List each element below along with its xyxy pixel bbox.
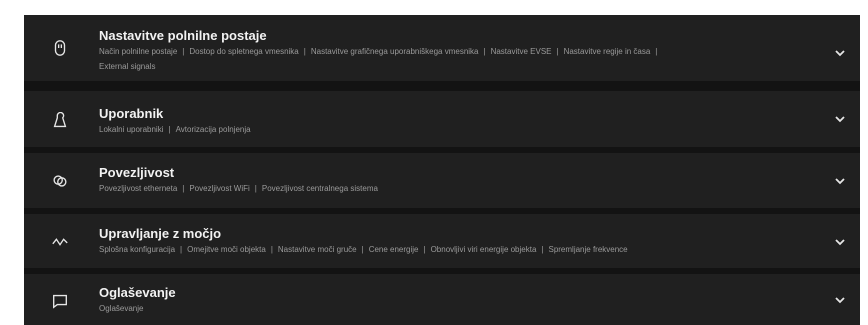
section-power-management[interactable]: Upravljanje z močjo Splošna konfiguracij… (24, 214, 860, 268)
power-wave-icon (50, 232, 70, 252)
link-gui-settings[interactable]: Nastavitve grafičnega uporabniškega vmes… (311, 47, 479, 56)
section-links: Oglaševanje (99, 302, 143, 316)
settings-panel: Nastavitve polnilne postaje Način polnil… (24, 15, 860, 325)
link-icon (50, 171, 70, 191)
section-links: Način polnilne postaje | Dostop do spletne… (99, 47, 658, 56)
link-web-access[interactable]: Dostop do spletnega vmesnika (189, 47, 298, 56)
link-renewable-energy[interactable]: Obnovljivi viri energije objekta (431, 245, 537, 254)
section-user[interactable]: Uporabnik Lokalni uporabniki | Avtorizacij… (24, 91, 860, 147)
link-ethernet[interactable]: Povezljivost etherneta (99, 184, 177, 193)
user-icon (50, 111, 70, 131)
section-station-settings[interactable]: Nastavitve polnilne postaje Način polnil… (24, 15, 860, 81)
link-evse-settings[interactable]: Nastavitve EVSE (491, 47, 552, 56)
chevron-down-icon[interactable] (834, 236, 846, 248)
link-cluster-power[interactable]: Nastavitve moči gruče (278, 245, 357, 254)
section-connectivity[interactable]: Povezljivost Povezljivost etherneta | Pove… (24, 153, 860, 208)
link-station-mode[interactable]: Način polnilne postaje (99, 47, 177, 56)
link-region-time[interactable]: Nastavitve regije in časa (564, 47, 651, 56)
link-charging-authorization[interactable]: Avtorizacija polnjenja (176, 125, 251, 134)
link-central-system[interactable]: Povezljivost centralnega sistema (262, 184, 378, 193)
chevron-down-icon[interactable] (834, 113, 846, 125)
chevron-down-icon[interactable] (834, 175, 846, 187)
section-links-line2: External signals (99, 60, 155, 74)
link-advertising[interactable]: Oglaševanje (99, 304, 143, 313)
chevron-down-icon[interactable] (834, 47, 846, 59)
link-external-signals[interactable]: External signals (99, 62, 155, 71)
link-local-users[interactable]: Lokalni uporabniki (99, 125, 164, 134)
section-title: Uporabnik (99, 106, 164, 121)
section-links: Lokalni uporabniki | Avtorizacija polnjenj… (99, 125, 251, 134)
link-energy-prices[interactable]: Cene energije (369, 245, 419, 254)
section-title: Upravljanje z močjo (99, 226, 222, 241)
charger-plug-icon (50, 38, 70, 58)
section-title: Oglaševanje (99, 285, 176, 300)
section-title: Povezljivost (99, 165, 175, 180)
chevron-down-icon[interactable] (834, 294, 846, 306)
section-links: Splošna konfiguracija | Omejitve moči obje… (99, 245, 628, 254)
link-wifi[interactable]: Povezljivost WiFi (189, 184, 249, 193)
link-frequency-monitoring[interactable]: Spremljanje frekvence (548, 245, 627, 254)
link-object-power-limits[interactable]: Omejitve moči objekta (187, 245, 266, 254)
link-general-config[interactable]: Splošna konfiguracija (99, 245, 175, 254)
section-title: Nastavitve polnilne postaje (99, 28, 267, 43)
section-links: Povezljivost etherneta | Povezljivost WiFi… (99, 184, 378, 193)
message-icon (50, 291, 70, 311)
section-advertising[interactable]: Oglaševanje Oglaševanje (24, 274, 860, 325)
